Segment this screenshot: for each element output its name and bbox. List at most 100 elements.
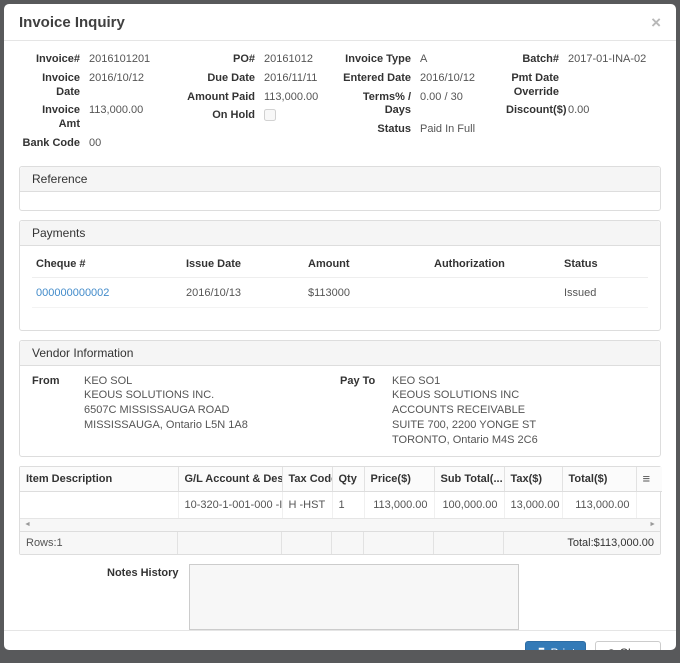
from-label: From [32,374,84,448]
footer-cell [434,532,504,554]
field-label: Amount Paid [182,91,264,105]
field-label: Invoice Type [334,53,420,67]
reference-panel: Reference [19,166,661,211]
address-line: SUITE 700, 2200 YONGE ST [392,418,538,433]
address-line: ACCOUNTS RECEIVABLE [392,403,538,418]
close-icon[interactable]: × [651,14,661,31]
footer-cell [364,532,434,554]
payment-cheque-cell: 000000000002 [32,277,182,307]
summary-column-2: PO# 20161012 Due Date 2016/11/11 Amount … [182,53,334,156]
column-header-issue-date: Issue Date [182,254,304,278]
column-header-sub-total: Sub Total(... [434,467,504,492]
invoice-summary: Invoice# 2016101201 Invoice Date 2016/10… [19,49,661,166]
field-label: On Hold [182,109,264,123]
print-button-label: Print [551,646,576,650]
close-circle-icon: ⊘ [606,646,616,650]
items-grid: Item Description G/L Account & Desc Tax … [19,466,661,555]
vendor-panel-body: From KEO SOL KEOUS SOLUTIONS INC. 6507C … [20,366,660,456]
field-value: 2016/10/12 [420,72,475,86]
payments-spacer [32,308,648,322]
items-table: Item Description G/L Account & Desc Tax … [20,467,662,518]
field-status: Status Paid In Full [334,123,506,137]
field-invoice-number: Invoice# 2016101201 [19,53,182,67]
field-invoice-type: Invoice Type A [334,53,506,67]
address-line: TORONTO, Ontario M4S 2C6 [392,433,538,448]
scroll-right-icon[interactable]: ► [647,521,658,528]
item-sub-total-cell: 100,000.00 [434,491,504,518]
address-line: MISSISSAUGA, Ontario L5N 1A8 [84,418,248,433]
field-label: Invoice Amt [19,104,89,132]
printer-icon [536,646,551,650]
columns-menu-icon[interactable]: ≡ [643,472,651,485]
footer-cell [282,532,332,554]
print-button[interactable]: Print [525,641,587,650]
cheque-number-link[interactable]: 000000000002 [36,287,109,299]
field-label: Due Date [182,72,264,86]
field-label: Invoice# [19,53,89,67]
columns-menu-header: ≡ [636,467,662,492]
field-value: 2016/11/11 [264,72,317,86]
column-header-amount: Amount [304,254,430,278]
items-total: Total:$113,000.00 [504,532,660,554]
vendor-pay-to-block: Pay To KEO SO1 KEOUS SOLUTIONS INC ACCOU… [340,374,648,448]
item-menu-cell [636,491,662,518]
scroll-left-icon[interactable]: ◄ [22,521,33,528]
field-value: 00 [89,137,101,151]
item-tax-code-cell: H -HST [282,491,332,518]
horizontal-scrollbar[interactable]: ◄ ► [20,518,660,531]
address-line: 6507C MISSISSAUGA ROAD [84,403,248,418]
field-label: Pmt Date Override [506,72,568,100]
column-header-tax-code: Tax Code [282,467,332,492]
field-value: 0.00 / 30 [420,91,463,105]
reference-panel-body [20,192,660,210]
field-value [264,109,276,126]
payments-panel: Payments Cheque # Issue Date Amount Auth… [19,220,661,331]
notes-history-textarea[interactable] [189,564,519,630]
item-tax-cell: 13,000.00 [504,491,562,518]
field-value: 2016101201 [89,53,150,67]
close-button[interactable]: ⊘Close [595,641,661,650]
field-label: Invoice Date [19,72,89,100]
field-label: Batch# [506,53,568,67]
item-row: 10-320-1-001-000 -Inst... H -HST 1 113,0… [20,491,662,518]
field-on-hold: On Hold [182,109,334,126]
field-entered-date: Entered Date 2016/10/12 [334,72,506,86]
from-address: KEO SOL KEOUS SOLUTIONS INC. 6507C MISSI… [84,374,248,448]
field-amount-paid: Amount Paid 113,000.00 [182,91,334,105]
column-header-status: Status [560,254,648,278]
column-header-cheque: Cheque # [32,254,182,278]
vendor-from-block: From KEO SOL KEOUS SOLUTIONS INC. 6507C … [32,374,340,448]
item-qty-cell: 1 [332,491,364,518]
item-gl-account-cell: 10-320-1-001-000 -Inst... [178,491,282,518]
payment-status-cell: Issued [560,277,648,307]
summary-column-4: Batch# 2017-01-INA-02 Pmt Date Override … [506,53,661,156]
vendor-panel: Vendor Information From KEO SOL KEOUS SO… [19,340,661,457]
field-due-date: Due Date 2016/11/11 [182,72,334,86]
on-hold-checkbox[interactable] [264,109,276,121]
field-bank-code: Bank Code 00 [19,137,182,151]
field-po-number: PO# 20161012 [182,53,334,67]
column-header-price: Price($) [364,467,434,492]
reference-panel-title: Reference [20,167,660,192]
column-header-item-description: Item Description [20,467,178,492]
item-description-cell [20,491,178,518]
field-label: Discount($) [506,104,568,118]
field-terms-days: Terms% / Days 0.00 / 30 [334,91,506,119]
address-line: KEOUS SOLUTIONS INC [392,388,538,403]
payments-table: Cheque # Issue Date Amount Authorization… [32,254,648,308]
payment-row: 000000000002 2016/10/13 $113000 Issued [32,277,648,307]
item-price-cell: 113,000.00 [364,491,434,518]
field-label: PO# [182,53,264,67]
item-total-cell: 113,000.00 [562,491,636,518]
field-discount: Discount($) 0.00 [506,104,661,118]
address-line: KEO SO1 [392,374,538,389]
address-line: KEO SOL [84,374,248,389]
column-header-qty: Qty [332,467,364,492]
field-value: 0.00 [568,104,589,118]
page-title: Invoice Inquiry [19,14,125,31]
field-value: 113,000.00 [264,91,318,105]
address-line: KEOUS SOLUTIONS INC. [84,388,248,403]
pay-to-label: Pay To [340,374,392,448]
footer-cell [178,532,282,554]
field-label: Bank Code [19,137,89,151]
